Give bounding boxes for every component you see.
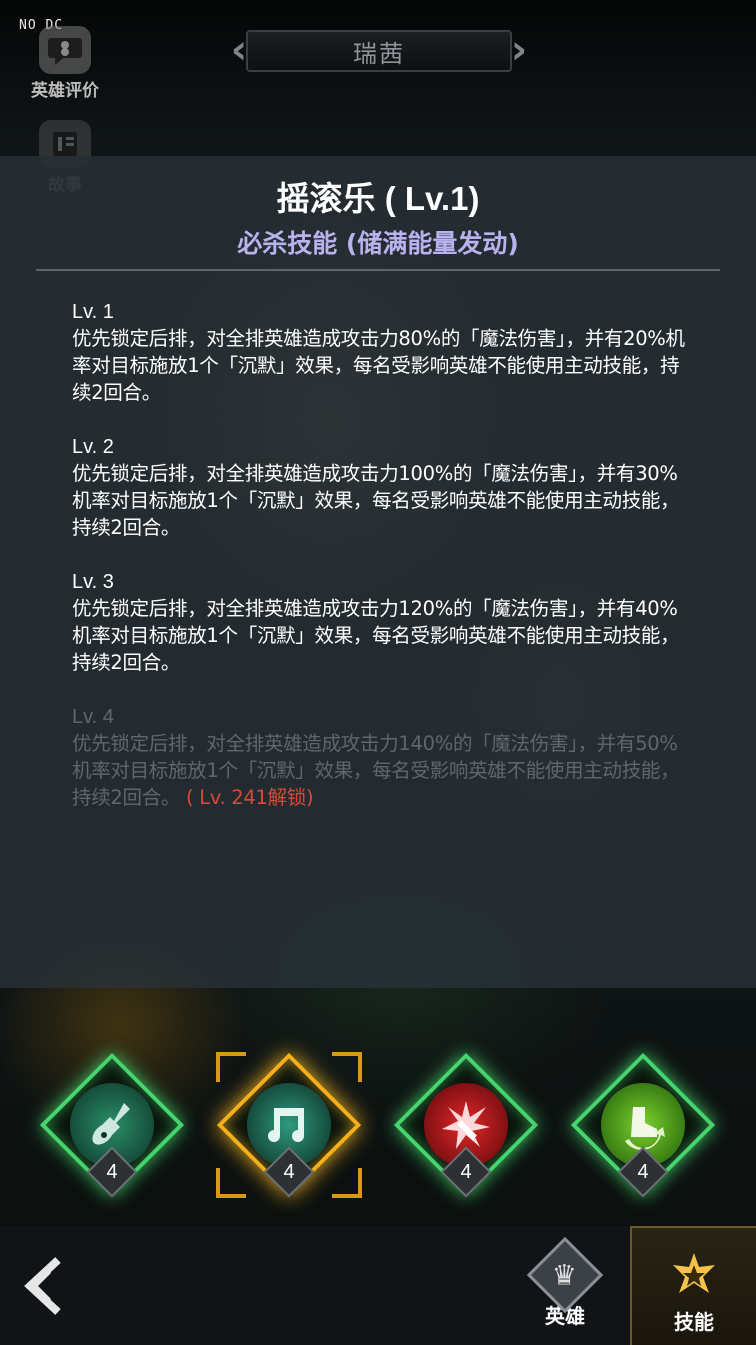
skill-level-text: 优先锁定后排，对全排英雄造成攻击力140%的「魔法伤害」，并有50%机率对目标施… bbox=[72, 732, 680, 809]
skill-level-label: Lv. 2 bbox=[72, 436, 114, 458]
skill-slot-3[interactable]: 4 bbox=[391, 1050, 541, 1200]
frame-corner bbox=[216, 1168, 246, 1198]
skill-level-number: 4 bbox=[106, 1161, 118, 1183]
skill-level-text: 优先锁定后排，对全排英雄造成攻击力120%的「魔法伤害」，并有40%机率对目标施… bbox=[72, 597, 680, 674]
tab-skill[interactable]: 技能 bbox=[630, 1226, 756, 1345]
skill-level-text: 优先锁定后排，对全排英雄造成攻击力80%的「魔法伤害」，并有20%机率对目标施放… bbox=[72, 327, 685, 404]
hero-name-bar: 瑞茜 bbox=[246, 30, 512, 72]
divider bbox=[36, 269, 720, 271]
skill-level-label: Lv. 4 bbox=[72, 706, 114, 728]
skill-level-entry: Lv. 3 优先锁定后排，对全排英雄造成攻击力120%的「魔法伤害」，并有40%… bbox=[72, 570, 686, 676]
frame-corner bbox=[332, 1168, 362, 1198]
bottom-nav: ♛ 英雄 技能 bbox=[0, 1226, 756, 1345]
skill-level-list: Lv. 1 优先锁定后排，对全排英雄造成攻击力80%的「魔法伤害」，并有20%机… bbox=[72, 300, 686, 840]
frame-corner bbox=[216, 1052, 246, 1082]
skill-level-text: 优先锁定后排，对全排英雄造成攻击力100%的「魔法伤害」，并有30%机率对目标施… bbox=[72, 462, 680, 539]
skill-subtitle: 必杀技能 (储满能量发动) bbox=[237, 229, 519, 258]
tab-hero[interactable]: ♛ 英雄 bbox=[502, 1226, 628, 1345]
hero-name: 瑞茜 bbox=[353, 39, 405, 68]
skill-level-number: 4 bbox=[637, 1161, 649, 1183]
unlock-requirement: ( Lv. 241解锁) bbox=[186, 786, 314, 809]
skill-title: 摇滚乐 ( Lv.1) bbox=[276, 180, 480, 217]
hero-review-button[interactable]: 英雄评价 bbox=[22, 26, 108, 101]
skill-level-entry: Lv. 1 优先锁定后排，对全排英雄造成攻击力80%的「魔法伤害」，并有20%机… bbox=[72, 300, 686, 406]
skill-slot-4[interactable]: 4 bbox=[568, 1050, 718, 1200]
hero-review-label: 英雄评价 bbox=[31, 81, 99, 101]
skill-level-entry: Lv. 2 优先锁定后排，对全排英雄造成攻击力100%的「魔法伤害」，并有30%… bbox=[72, 435, 686, 541]
skill-level-label: Lv. 3 bbox=[72, 571, 114, 593]
skill-detail-panel: 摇滚乐 ( Lv.1) 必杀技能 (储满能量发动) Lv. 1 优先锁定后排，对… bbox=[0, 156, 756, 988]
back-button[interactable] bbox=[22, 1256, 72, 1316]
next-hero-button[interactable]: › bbox=[508, 28, 530, 74]
flame-star-icon bbox=[662, 1244, 726, 1308]
skill-slot-1[interactable]: 4 bbox=[37, 1050, 187, 1200]
frame-corner bbox=[332, 1052, 362, 1082]
skill-slot-2-selected[interactable]: 4 bbox=[214, 1050, 364, 1200]
top-shade bbox=[0, 0, 756, 160]
skill-icon-bar: 4 4 4 4 bbox=[0, 988, 756, 1226]
speech-bubble-icon bbox=[39, 26, 91, 74]
hero-switcher: ‹ 瑞茜 › bbox=[228, 28, 530, 74]
skill-level-text-wrap: 优先锁定后排，对全排英雄造成攻击力140%的「魔法伤害」，并有50%机率对目标施… bbox=[72, 730, 686, 811]
skill-level-label: Lv. 1 bbox=[72, 301, 114, 323]
skill-level-entry-locked: Lv. 4 优先锁定后排，对全排英雄造成攻击力140%的「魔法伤害」，并有50%… bbox=[72, 705, 686, 811]
back-arrow-icon bbox=[24, 1257, 61, 1315]
tab-skill-label: 技能 bbox=[674, 1310, 714, 1334]
skill-level-number: 4 bbox=[460, 1161, 472, 1183]
skill-level-number: 4 bbox=[283, 1161, 295, 1183]
